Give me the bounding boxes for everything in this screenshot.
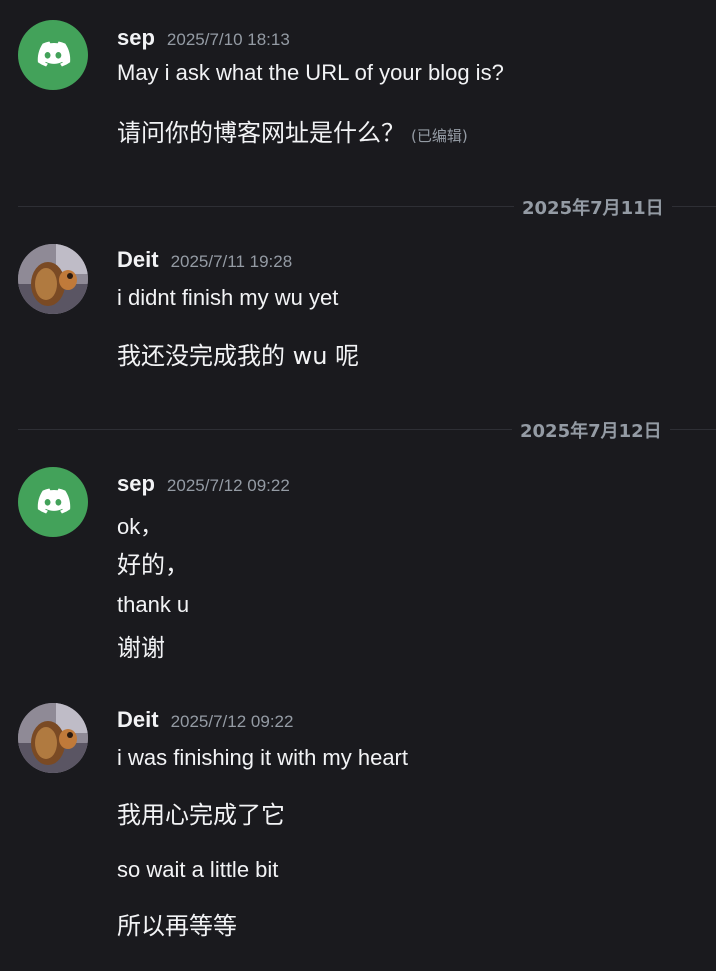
timestamp[interactable]: 2025/7/12 09:22 (167, 476, 290, 495)
message-header: sep 2025/7/12 09:22 (117, 471, 290, 497)
author-name[interactable]: sep (117, 25, 155, 50)
message-text: 请问你的博客网址是什么？ (已编辑) (117, 113, 468, 148)
message-header: Deit 2025/7/11 19:28 (117, 247, 292, 273)
discord-logo-icon[interactable] (18, 467, 88, 537)
message-text: ok， (117, 514, 163, 539)
message-text: 谢谢 (117, 634, 165, 662)
user-avatar[interactable] (18, 703, 88, 773)
message-text-cjk: 请问你的博客网址是什么？ (117, 119, 405, 147)
author-name[interactable]: Deit (117, 707, 159, 732)
message-text: so wait a little bit (117, 857, 279, 882)
message-text: 我还没完成我的 wu 呢 (117, 342, 360, 370)
author-name[interactable]: sep (117, 471, 155, 496)
timestamp[interactable]: 2025/7/12 09:22 (171, 712, 294, 731)
message-text: May i ask what the URL of your blog is? (117, 60, 504, 85)
message-text: 我用心完成了它 (117, 801, 285, 829)
edited-label: (已编辑) (411, 127, 468, 145)
message-text: 好的， (117, 551, 189, 579)
timestamp[interactable]: 2025/7/11 19:28 (171, 252, 293, 271)
message-text: 所以再等等 (117, 912, 237, 940)
timestamp[interactable]: 2025/7/10 18:13 (167, 30, 290, 49)
message-header: sep 2025/7/10 18:13 (117, 25, 290, 51)
message-text: i was finishing it with my heart (117, 745, 408, 770)
message-text: thank u (117, 592, 190, 617)
date-divider-label: 2025年7月12日 (512, 417, 670, 443)
author-name[interactable]: Deit (117, 247, 159, 272)
discord-logo-icon[interactable] (18, 20, 88, 90)
date-divider-label: 2025年7月11日 (514, 194, 672, 220)
user-avatar[interactable] (18, 244, 88, 314)
message-text: i didnt finish my wu yet (117, 285, 339, 310)
message-header: Deit 2025/7/12 09:22 (117, 707, 293, 733)
